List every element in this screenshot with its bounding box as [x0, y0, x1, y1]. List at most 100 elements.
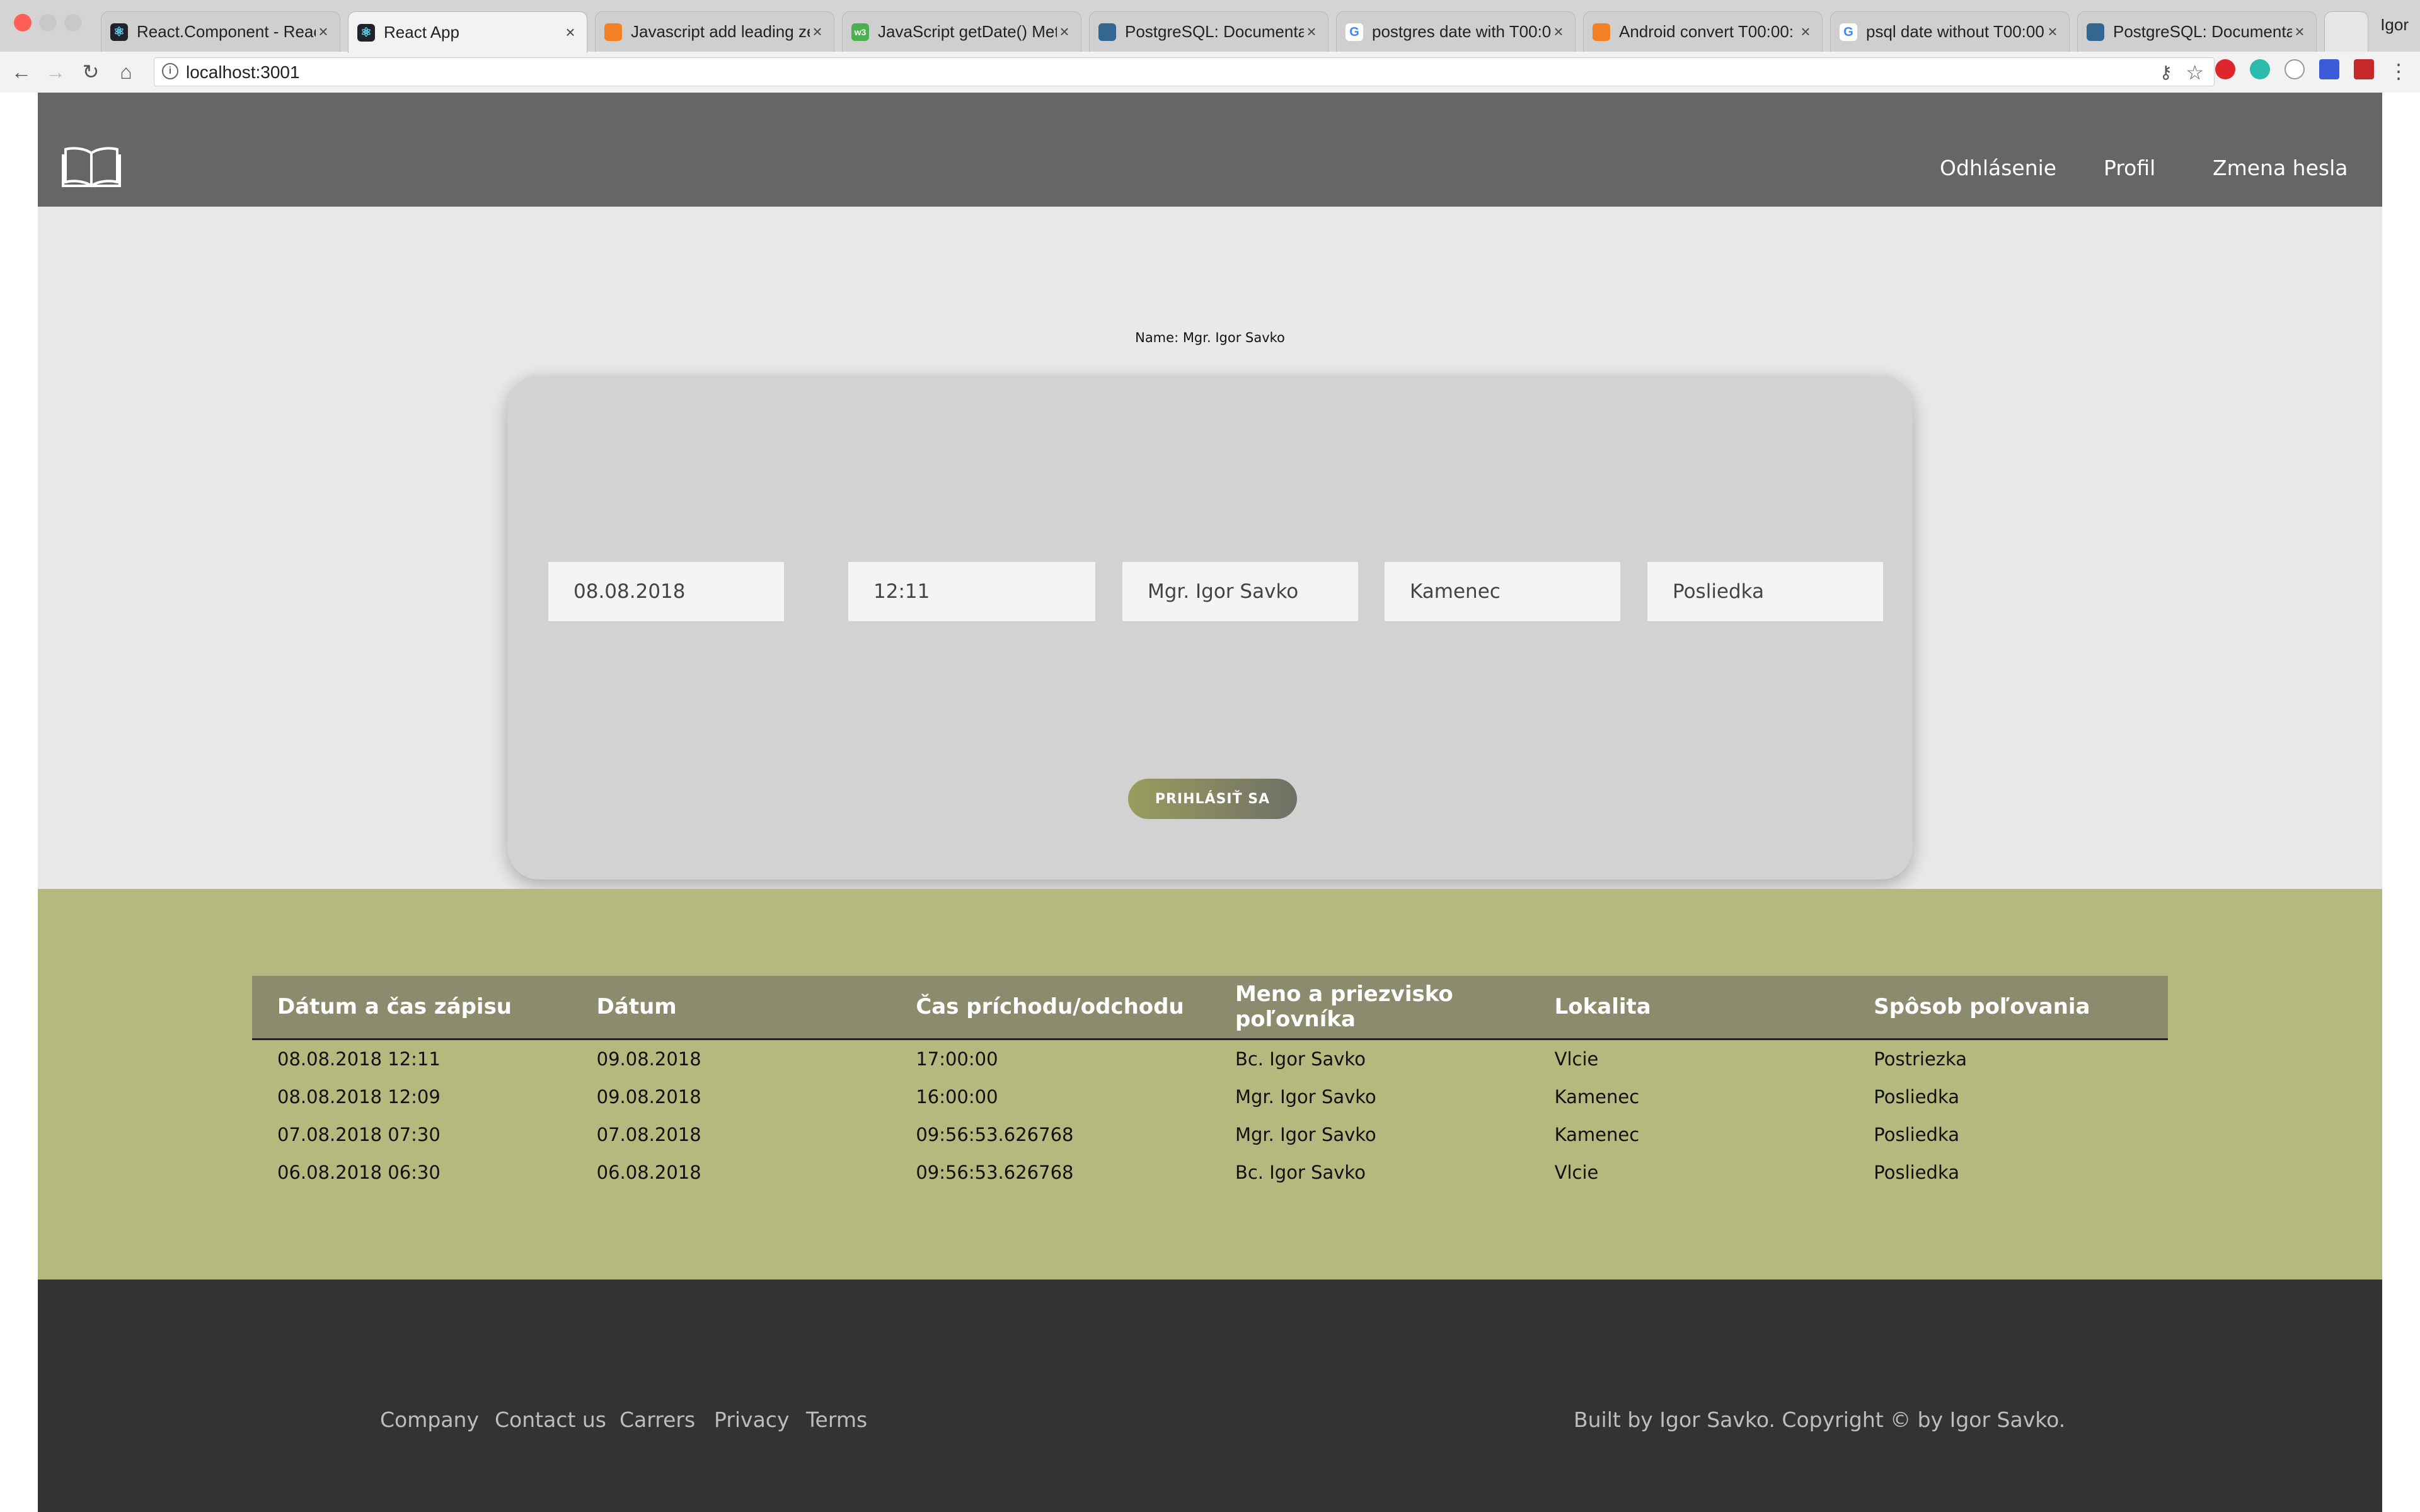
- tab-close-icon[interactable]: ×: [1798, 22, 1813, 42]
- nav-logout[interactable]: Odhlásenie: [1940, 156, 2056, 180]
- tab-label: postgres date with T00:0: [1372, 22, 1551, 41]
- hunting-method-field[interactable]: [1647, 562, 1883, 621]
- table-cell: Posliedka: [1874, 1085, 1960, 1108]
- browser-tab[interactable]: G postgres date with T00:0 ×: [1336, 11, 1576, 52]
- tab-close-icon[interactable]: ×: [2045, 22, 2060, 42]
- table-cell: Mgr. Igor Savko: [1235, 1085, 1376, 1108]
- nav-profile[interactable]: Profil: [2104, 156, 2155, 180]
- bookmark-extension-icon[interactable]: [2319, 59, 2339, 79]
- react-icon: ⚛: [357, 23, 375, 42]
- google-icon: G: [1345, 23, 1363, 41]
- profile-name[interactable]: Igor: [2380, 15, 2409, 35]
- tab-close-icon[interactable]: ×: [563, 23, 578, 42]
- browser-tab[interactable]: w3 JavaScript getDate() Met ×: [842, 11, 1081, 52]
- table-cell: Posliedka: [1874, 1123, 1960, 1145]
- bookmark-star-icon[interactable]: ☆: [2186, 60, 2204, 84]
- tab-close-icon[interactable]: ×: [810, 22, 825, 42]
- info-icon[interactable]: i: [162, 63, 178, 79]
- table-cell: 09.08.2018: [596, 1048, 701, 1070]
- browser-menu-icon[interactable]: ⋮: [2388, 59, 2409, 83]
- stackoverflow-icon: [604, 23, 622, 41]
- window-minimize-button[interactable]: [39, 14, 57, 32]
- entry-section: Name: Mgr. Igor Savko PRIHLÁSIŤ SA: [38, 207, 2382, 889]
- key-icon[interactable]: ⚷: [2159, 62, 2172, 83]
- column-header: Spôsob poľovania: [1848, 976, 2168, 1040]
- tab-label: Android convert T00:00:: [1619, 22, 1794, 41]
- google-icon: G: [1840, 23, 1857, 41]
- browser-chrome: ⚛ React.Component - Reac × ⚛ React App ×…: [0, 0, 2420, 93]
- nav-change-password[interactable]: Zmena hesla: [2213, 156, 2348, 180]
- tab-close-icon[interactable]: ×: [1304, 22, 1319, 42]
- user-name-line: Name: Mgr. Igor Savko: [1135, 330, 1285, 345]
- table-cell: Bc. Igor Savko: [1235, 1161, 1366, 1183]
- new-tab-button[interactable]: [2324, 11, 2368, 52]
- browser-tab[interactable]: PostgreSQL: Documenta ×: [1089, 11, 1328, 52]
- puzzle-extension-icon[interactable]: [2354, 59, 2374, 79]
- browser-tab[interactable]: ⚛ React.Component - Reac ×: [101, 11, 340, 52]
- tab-label: PostgreSQL: Documenta: [1125, 22, 1304, 41]
- time-field[interactable]: [848, 562, 1095, 621]
- entry-form-card: PRIHLÁSIŤ SA: [507, 375, 1913, 879]
- react-icon: ⚛: [110, 23, 128, 41]
- footer-link-company[interactable]: Company: [380, 1407, 479, 1432]
- book-logo-icon[interactable]: [62, 144, 121, 188]
- submit-button[interactable]: PRIHLÁSIŤ SA: [1128, 779, 1297, 819]
- table-cell: 09.08.2018: [596, 1085, 701, 1108]
- tab-close-icon[interactable]: ×: [1551, 22, 1566, 42]
- browser-tab[interactable]: Javascript add leading ze ×: [595, 11, 834, 52]
- records-table: Dátum a čas zápisu Dátum Čas príchodu/od…: [252, 976, 2168, 1191]
- records-section: Dátum a čas zápisu Dátum Čas príchodu/od…: [38, 889, 2382, 1280]
- tab-close-icon[interactable]: ×: [1057, 22, 1072, 42]
- site-header: Odhlásenie Profil Zmena hesla: [38, 93, 2382, 207]
- column-header: Čas príchodu/odchodu: [890, 976, 1210, 1040]
- back-icon[interactable]: ←: [9, 59, 34, 84]
- table-cell: 08.08.2018 12:09: [277, 1085, 441, 1108]
- table-row: 06.08.2018 06:30 06.08.2018 09:56:53.626…: [252, 1154, 2168, 1191]
- table-cell: Kamenec: [1554, 1123, 1640, 1145]
- tab-strip: ⚛ React.Component - Reac × ⚛ React App ×…: [0, 0, 2420, 53]
- table-cell: 07.08.2018 07:30: [277, 1123, 441, 1145]
- postgresql-icon: [2087, 23, 2104, 41]
- grammarly-extension-icon[interactable]: [2250, 59, 2270, 79]
- browser-tab[interactable]: Android convert T00:00: ×: [1583, 11, 1823, 52]
- page-viewport: Odhlásenie Profil Zmena hesla Name: Mgr.…: [0, 93, 2420, 1512]
- table-row: 07.08.2018 07:30 07.08.2018 09:56:53.626…: [252, 1116, 2168, 1154]
- footer-link-careers[interactable]: Carrers: [619, 1407, 695, 1432]
- table-cell: Vlcie: [1554, 1161, 1599, 1183]
- date-field[interactable]: [548, 562, 784, 621]
- footer-link-terms[interactable]: Terms: [806, 1407, 867, 1432]
- browser-tab[interactable]: PostgreSQL: Documenta ×: [2077, 11, 2317, 52]
- tab-label: JavaScript getDate() Met: [878, 22, 1057, 41]
- forward-icon[interactable]: →: [43, 59, 68, 84]
- table-row: 08.08.2018 12:09 09.08.2018 16:00:00 Mgr…: [252, 1078, 2168, 1116]
- tab-label: React App: [384, 23, 459, 42]
- footer-link-privacy[interactable]: Privacy: [714, 1407, 789, 1432]
- tab-close-icon[interactable]: ×: [316, 22, 331, 42]
- browser-tab[interactable]: G psql date without T00:00 ×: [1830, 11, 2070, 52]
- copyright-text: Built by Igor Savko. Copyright © by Igor…: [1574, 1407, 2066, 1432]
- opera-extension-icon[interactable]: [2215, 59, 2235, 79]
- site-footer: Company Contact us Carrers Privacy Terms…: [38, 1280, 2382, 1512]
- tab-label: React.Component - Reac: [137, 22, 316, 41]
- table-cell: Postriezka: [1874, 1048, 1968, 1070]
- window-close-button[interactable]: [14, 14, 32, 32]
- w3schools-icon: w3: [851, 23, 869, 41]
- column-header: Dátum: [571, 976, 891, 1040]
- table-header-row: Dátum a čas zápisu Dátum Čas príchodu/od…: [252, 976, 2168, 1040]
- table-cell: 06.08.2018: [596, 1161, 701, 1183]
- table-cell: Bc. Igor Savko: [1235, 1048, 1366, 1070]
- table-cell: 17:00:00: [916, 1048, 998, 1070]
- table-cell: Mgr. Igor Savko: [1235, 1123, 1376, 1145]
- home-icon[interactable]: ⌂: [113, 59, 139, 84]
- hunter-name-field[interactable]: [1122, 562, 1358, 621]
- tab-close-icon[interactable]: ×: [2292, 22, 2307, 42]
- stackoverflow-icon: [1593, 23, 1610, 41]
- browser-tab-active[interactable]: ⚛ React App ×: [348, 11, 587, 53]
- extension-icon[interactable]: [2285, 59, 2305, 79]
- address-bar[interactable]: i localhost:3001 ⚷ ☆: [154, 57, 2215, 86]
- locality-field[interactable]: [1385, 562, 1620, 621]
- window-maximize-button[interactable]: [64, 14, 82, 32]
- table-cell: 08.08.2018 12:11: [277, 1048, 441, 1070]
- footer-link-contact[interactable]: Contact us: [495, 1407, 606, 1432]
- reload-icon[interactable]: ↻: [78, 59, 103, 84]
